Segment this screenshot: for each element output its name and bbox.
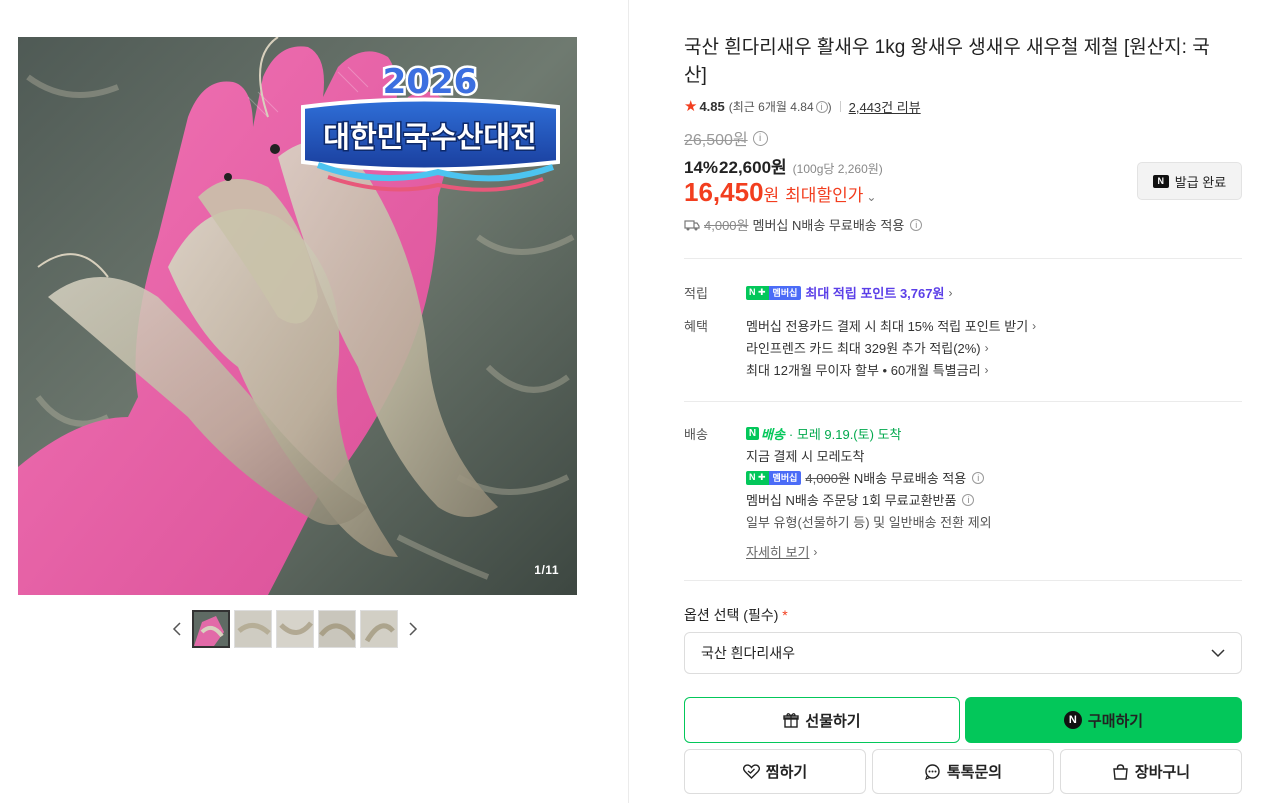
benefit-installment-link[interactable]: 최대 12개월 무이자 할부 • 60개월 특별금리 ›	[746, 360, 989, 379]
thumbnail-2[interactable]	[234, 610, 272, 648]
naver-n-icon: N	[1152, 174, 1169, 188]
shopping-bag-icon	[1113, 763, 1128, 780]
option-label: 옵션 선택 (필수) *	[684, 607, 788, 623]
delivery-label: 배송	[684, 427, 708, 442]
chevron-right-icon: ›	[984, 362, 989, 377]
thumbnail-5[interactable]	[360, 610, 398, 648]
chat-bubble-icon	[924, 763, 940, 780]
sale-price-row: 14% 22,600원 (100g당 2,260원)	[684, 153, 883, 178]
coupon-issued-button[interactable]: N 발급 완료	[1137, 162, 1242, 200]
info-icon: i	[972, 471, 985, 484]
info-icon: i	[962, 493, 975, 506]
chevron-right-icon: ›	[948, 285, 953, 300]
thumbnail-4[interactable]	[318, 610, 356, 648]
gift-button[interactable]: 선물하기	[684, 697, 960, 743]
n-delivery-icon: N	[746, 427, 759, 440]
delivery-detail-link[interactable]: 자세히 보기 ›	[746, 542, 817, 561]
shipping-fee-row: 4,000원 멤버십 N배송 무료배송 적용 i	[684, 215, 923, 234]
shrimp-photo: 2026 대한민국수산대전	[18, 37, 577, 595]
max-discount-label: 최대할인가	[785, 186, 864, 205]
chevron-down-icon: ⌄	[866, 190, 877, 204]
info-icon[interactable]: i	[752, 130, 768, 146]
badge-title: 대한민국수산대전	[323, 120, 536, 154]
review-count-link[interactable]: 2,443건 리뷰	[849, 97, 921, 116]
next-image-button[interactable]	[402, 610, 424, 648]
earn-label: 적립	[684, 286, 708, 301]
image-counter: 1/11	[534, 563, 559, 577]
badge-year: 2026	[383, 62, 478, 102]
max-discount-won: 원	[763, 186, 780, 205]
product-main-image[interactable]: 2026 대한민국수산대전 1/11	[18, 37, 577, 595]
thumbnail-1[interactable]	[192, 610, 230, 648]
arrival-date: · 모레 9.19.(토) 도착	[788, 427, 902, 442]
discount-percent: 14%	[684, 158, 719, 177]
divider	[684, 401, 1242, 402]
product-gallery: 2026 대한민국수산대전 1/11	[0, 0, 629, 803]
divider	[684, 258, 1242, 259]
benefit-linefriends-link[interactable]: 라인프렌즈 카드 최대 329원 추가 적립(2%) ›	[746, 338, 989, 357]
coupon-button-label: 발급 완료	[1174, 174, 1227, 190]
rating-recent: (최근 6개월 4.84 i)	[728, 99, 832, 114]
membership-badge: N ✚ 멤버십	[746, 285, 802, 300]
cart-button[interactable]: 장바구니	[1060, 749, 1242, 794]
original-price: 26,500원 i	[684, 126, 768, 150]
max-points-text: 최대 적립 포인트 3,767원	[805, 286, 945, 301]
product-title: 국산 흰다리새우 활새우 1kg 왕새우 생새우 새우철 제철 [원산지: 국산…	[684, 37, 1210, 86]
delivery-fee-original: 4,000원	[805, 471, 850, 486]
star-icon: ★	[684, 98, 698, 115]
buy-button[interactable]: N 구매하기	[965, 697, 1242, 743]
chevron-right-icon: ›	[1032, 318, 1037, 333]
chevron-left-icon	[172, 622, 181, 636]
divider	[839, 100, 841, 112]
delivery-exclusion-line: 일부 유형(선물하기 등) 및 일반배송 전환 제외	[746, 515, 992, 530]
benefit-card-link[interactable]: 멤버십 전용카드 결제 시 최대 15% 적립 포인트 받기 ›	[746, 316, 1036, 335]
gift-icon	[783, 713, 800, 728]
shipping-fee-original: 4,000원	[704, 218, 749, 233]
delivery-line1: 지금 결제 시 모레도착	[746, 449, 865, 464]
sale-price: 22,600원	[719, 158, 787, 177]
chevron-down-icon	[1211, 648, 1225, 657]
delivery-arrival: N 배송 · 모레 9.19.(토) 도착	[746, 424, 901, 443]
delivery-fee-note: N배송 무료배송 적용	[853, 471, 967, 486]
heart-icon	[742, 764, 760, 779]
membership-badge: N ✚ 멤버십	[746, 470, 802, 485]
thumbnail-strip	[166, 609, 424, 649]
info-icon: i	[815, 101, 828, 114]
delivery-exchange-line: 멤버십 N배송 주문당 1회 무료교환반품 i	[746, 490, 975, 509]
max-discount-amount: 16,450	[684, 177, 764, 207]
shipping-fee-note: 멤버십 N배송 무료배송 적용	[752, 218, 905, 233]
n-delivery-badge: N 배송	[746, 424, 785, 443]
thumbnail-3[interactable]	[276, 610, 314, 648]
rating-value: 4.85	[699, 98, 725, 114]
info-icon: i	[910, 218, 923, 231]
rating-row: ★ 4.85 (최근 6개월 4.84 i) 2,443건 리뷰	[684, 96, 921, 116]
divider	[684, 580, 1242, 581]
naver-pay-icon: N	[1063, 711, 1082, 729]
chevron-right-icon: ›	[984, 340, 989, 355]
delivery-fee-line: N ✚ 멤버십 4,000원 N배송 무료배송 적용 i	[746, 468, 985, 487]
prev-image-button[interactable]	[166, 610, 188, 648]
unit-price: (100g당 2,260원)	[792, 162, 883, 176]
original-price-value: 26,500원	[684, 132, 748, 149]
option-selected-value: 국산 흰다리새우	[701, 645, 796, 661]
wishlist-button[interactable]: 찜하기	[684, 749, 866, 794]
chevron-right-icon	[409, 622, 418, 636]
option-select[interactable]: 국산 흰다리새우	[684, 632, 1242, 674]
talk-inquiry-button[interactable]: 톡톡문의	[872, 749, 1054, 794]
max-points-link[interactable]: N ✚ 멤버십 최대 적립 포인트 3,767원 ›	[746, 283, 952, 302]
chevron-right-icon: ›	[813, 544, 818, 559]
benefit-label: 혜택	[684, 319, 708, 334]
truck-icon	[684, 219, 700, 230]
max-discount-row[interactable]: 16,450 원 최대할인가 ⌄	[684, 177, 876, 208]
